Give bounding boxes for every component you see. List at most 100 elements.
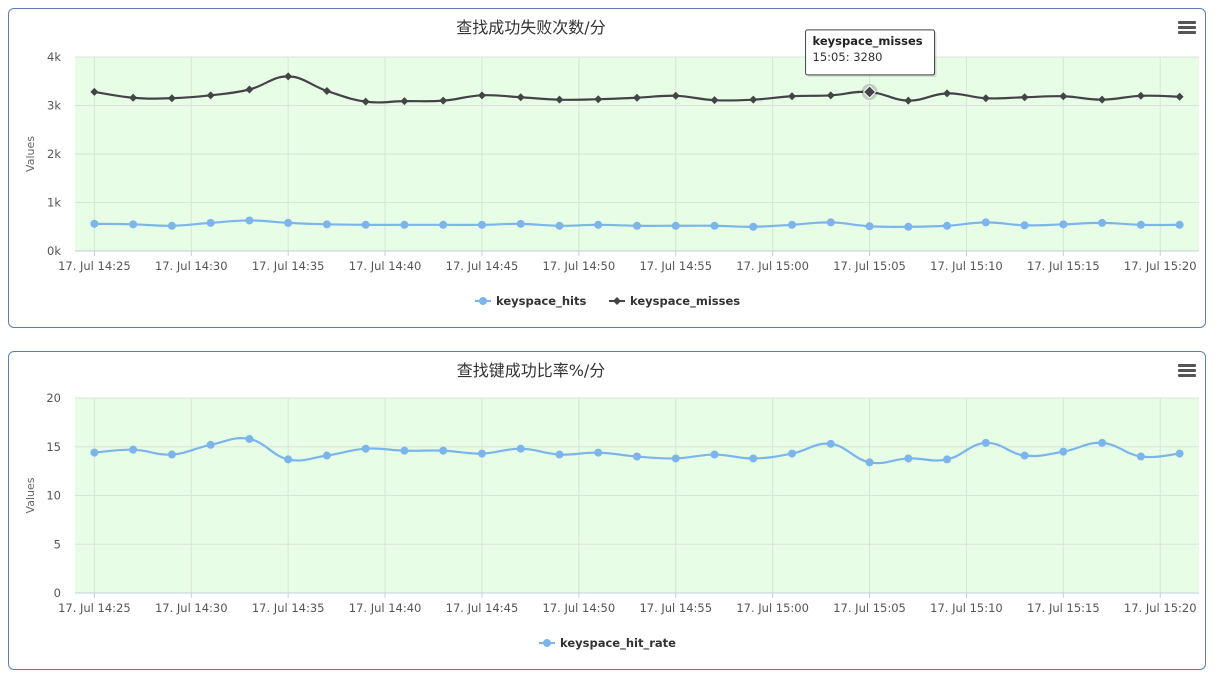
data-point[interactable] [1136,220,1145,229]
data-point[interactable] [322,451,331,460]
x-tick-label: 17. Jul 14:45 [446,259,519,273]
data-point[interactable] [633,221,641,230]
x-tick-label: 17. Jul 15:20 [1124,601,1197,615]
data-point[interactable] [245,216,254,225]
y-tick-label: 20 [46,391,61,405]
data-point[interactable] [943,221,952,230]
y-tick-label: 0 [54,586,61,600]
x-tick-label: 17. Jul 14:55 [639,259,712,273]
data-point[interactable] [981,438,990,447]
tooltip-value: 15:05: 3280 [813,50,883,64]
data-point[interactable] [594,448,603,457]
x-tick-label: 17. Jul 14:30 [155,259,228,273]
data-point[interactable] [788,220,797,229]
data-point[interactable] [400,446,409,455]
data-point[interactable] [904,454,913,463]
data-point[interactable] [322,220,331,229]
data-point[interactable] [477,449,486,458]
data-point[interactable] [206,440,215,449]
data-point[interactable] [439,446,448,455]
data-point[interactable] [1059,447,1068,456]
data-point[interactable] [167,221,176,230]
x-tick-label: 17. Jul 15:00 [736,601,809,615]
data-point[interactable] [400,220,409,229]
x-tick-label: 17. Jul 15:15 [1027,259,1100,273]
y-axis-label: Values [24,477,37,513]
data-point[interactable] [477,220,486,229]
y-tick-label: 5 [54,537,61,551]
chart-svg: 查找键成功比率%/分 17. Jul 14:25 17. Jul 14:30 17. … [24,361,1199,651]
data-point[interactable] [90,448,99,457]
data-point[interactable] [1098,438,1107,447]
data-point[interactable] [1059,220,1068,229]
data-point[interactable] [594,220,603,229]
y-tick-label: 0k [47,244,61,258]
legend-item-keyspace_misses[interactable]: keyspace_misses [609,294,740,309]
data-point[interactable] [1098,218,1107,227]
x-tick-label: 17. Jul 15:05 [833,601,906,615]
x-tick-label: 17. Jul 15:10 [930,601,1003,615]
x-tick-label: 17. Jul 15:10 [930,259,1003,273]
data-point[interactable] [981,218,990,227]
legend-item-keyspace_hits[interactable]: keyspace_hits [475,294,586,309]
legend-marker [543,639,551,647]
y-tick-label: 15 [46,440,61,454]
data-point[interactable] [1020,451,1029,460]
data-point[interactable] [361,444,370,453]
data-point[interactable] [826,439,835,448]
y-tick-label: 3k [47,99,61,113]
data-point[interactable] [284,455,293,464]
data-point[interactable] [749,222,758,231]
data-point[interactable] [671,454,680,463]
legend-label: keyspace_hits [496,294,586,309]
legend-marker [613,297,621,305]
y-tick-label: 1k [47,196,61,210]
data-point[interactable] [749,454,758,463]
data-point[interactable] [90,219,99,228]
x-tick-label: 17. Jul 14:45 [446,601,519,615]
data-point[interactable] [206,218,215,227]
data-point[interactable] [129,445,138,454]
x-tick-label: 17. Jul 15:05 [833,259,906,273]
data-point[interactable] [361,220,370,229]
data-point[interactable] [284,218,293,227]
data-point[interactable] [865,458,874,467]
data-point[interactable] [865,222,874,231]
data-point[interactable] [710,221,719,230]
tooltip: keyspace_misses15:05: 3280 [805,29,937,77]
data-point[interactable] [943,455,952,464]
data-point[interactable] [710,450,719,459]
x-tick-label: 17. Jul 14:55 [639,601,712,615]
data-point[interactable] [439,220,448,229]
x-tick-label: 17. Jul 14:30 [155,601,228,615]
data-point[interactable] [555,221,564,230]
data-point[interactable] [1175,449,1184,458]
x-tick-label: 17. Jul 14:40 [349,259,422,273]
x-tick-label: 17. Jul 14:35 [252,259,325,273]
data-point[interactable] [788,449,797,458]
data-point[interactable] [1020,221,1029,230]
data-point[interactable] [904,222,913,231]
x-tick-label: 17. Jul 14:35 [252,601,325,615]
data-point[interactable] [671,221,680,230]
chart-panel-success-failure: 查找成功失败次数/分 17. Jul 14:25 17. Jul 14:30 17. … [8,8,1206,328]
x-tick-label: 17. Jul 15:20 [1124,259,1197,273]
data-point[interactable] [555,450,564,459]
tooltip-series-name: keyspace_misses [813,34,923,49]
data-point[interactable] [633,452,641,461]
data-point[interactable] [1175,220,1184,229]
chart-title: 查找成功失败次数/分 [456,18,605,37]
legend-item-keyspace_hit_rate[interactable]: keyspace_hit_rate [539,636,676,651]
legend-marker [479,297,487,305]
data-point[interactable] [245,434,254,443]
data-point[interactable] [516,444,525,453]
data-point[interactable] [167,450,176,459]
legend-label: keyspace_hit_rate [560,636,676,651]
data-point[interactable] [516,219,525,228]
y-axis-label: Values [24,136,37,172]
data-point[interactable] [1136,452,1145,461]
x-tick-label: 17. Jul 15:00 [736,259,809,273]
data-point[interactable] [826,218,835,227]
x-tick-label: 17. Jul 14:50 [543,259,616,273]
data-point[interactable] [129,220,138,229]
